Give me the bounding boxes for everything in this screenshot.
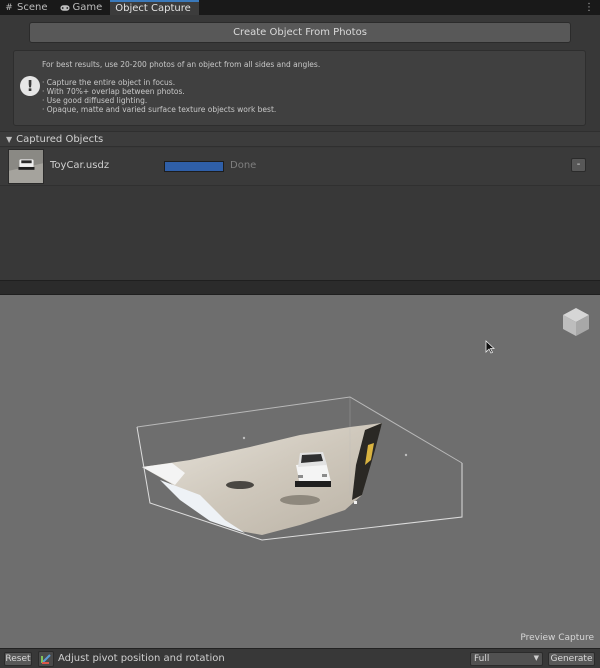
help-tip: · With 70%+ overlap between photos.	[42, 87, 185, 96]
view-gizmo-cube-icon[interactable]	[560, 305, 592, 337]
object-thumbnail	[8, 149, 44, 184]
status-text: Done	[230, 160, 257, 171]
tab-scene-label: Scene	[17, 2, 48, 13]
chevron-down-icon: ▼	[533, 654, 539, 662]
help-tip: · Use good diffused lighting.	[42, 96, 148, 105]
mouse-cursor-icon	[485, 340, 495, 354]
captured-objects-header[interactable]: ▼ Captured Objects	[0, 131, 600, 147]
more-options-icon[interactable]: ⋮	[584, 0, 594, 15]
foldout-triangle-icon[interactable]: ▼	[6, 135, 12, 144]
help-text: For best results, use 20-200 photos of a…	[42, 60, 320, 114]
bottom-toolbar: Reset Adjust pivot position and rotation…	[0, 648, 600, 668]
preview-viewport[interactable]: Preview Capture	[0, 295, 600, 648]
remove-object-button[interactable]: -	[571, 158, 586, 172]
tab-scene[interactable]: # Scene	[0, 0, 56, 15]
tab-object-capture[interactable]: Object Capture	[110, 0, 199, 15]
preview-label: Preview Capture	[520, 633, 594, 643]
progress-fill	[165, 162, 223, 171]
reset-button[interactable]: Reset	[4, 652, 32, 666]
pivot-label: Adjust pivot position and rotation	[58, 653, 225, 664]
gamepad-icon	[59, 3, 70, 13]
help-tip: · Opaque, matte and varied surface textu…	[42, 105, 277, 114]
create-object-button[interactable]: Create Object From Photos	[29, 22, 571, 43]
tab-bar: # Scene Game Object Capture ⋮	[0, 0, 600, 15]
help-box: ! For best results, use 20-200 photos of…	[13, 50, 586, 126]
generate-button[interactable]: Generate	[548, 652, 595, 666]
pivot-tool-icon[interactable]	[38, 651, 54, 667]
grid-icon: #	[5, 2, 13, 13]
tab-game[interactable]: Game	[56, 0, 111, 15]
object-name: ToyCar.usdz	[50, 160, 110, 171]
list-item[interactable]: ToyCar.usdz Done -	[0, 148, 600, 186]
tab-object-capture-label: Object Capture	[115, 3, 191, 14]
detail-level-select[interactable]: Full ▼	[470, 652, 543, 666]
detail-level-value: Full	[474, 654, 490, 664]
help-lead: For best results, use 20-200 photos of a…	[42, 60, 321, 69]
tab-game-label: Game	[72, 2, 103, 13]
progress-bar	[164, 161, 224, 172]
panel-splitter[interactable]	[0, 280, 600, 295]
help-tip: · Capture the entire object in focus.	[42, 78, 176, 87]
capture-preview-model	[136, 396, 463, 541]
warning-icon: !	[20, 76, 40, 96]
section-title: Captured Objects	[16, 133, 104, 145]
object-capture-panel: Create Object From Photos ! For best res…	[0, 15, 600, 280]
